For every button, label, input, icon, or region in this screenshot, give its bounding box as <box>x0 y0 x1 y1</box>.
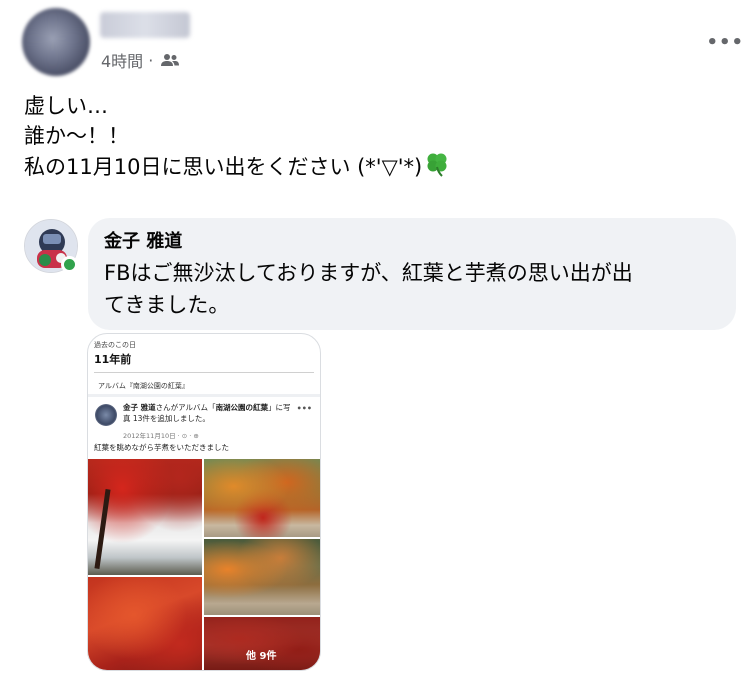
post-body: 虚しい… 誰か〜！！ 私の11月10日に思い出をください (*'▽'*) <box>24 91 450 185</box>
memory-section-label: 過去のこの日 <box>94 341 136 349</box>
comment-text-line-2: てきました。 <box>104 293 230 317</box>
memory-album-name: 南湖公園の紅葉 <box>215 403 269 412</box>
post-line-2: 誰か〜！！ <box>24 124 129 148</box>
comment-text-line-1: FBはご無沙汰しておりますが、紅葉と芋煮の思い出が出 <box>104 261 633 285</box>
post-line-3-text: 私の11月10日に思い出をください (*'▽'*) <box>24 155 423 179</box>
memory-years-ago: 11年前 <box>94 353 132 366</box>
memory-album-label: アルバム『南湖公園の紅葉』 <box>98 382 189 390</box>
memory-caption: 紅葉を眺めながら芋煮をいただきました <box>94 443 229 452</box>
more-options-icon[interactable]: ••• <box>706 32 744 53</box>
online-status-indicator <box>61 256 78 273</box>
meta-separator: · <box>148 50 154 70</box>
autumn-leaves-photo-lake <box>88 459 202 575</box>
photo-overlay <box>204 617 320 670</box>
comment-text: FBはご無沙汰しておりますが、紅葉と芋煮の思い出が出 てきました。 <box>104 257 720 321</box>
divider <box>88 394 320 397</box>
post-line-1: 虚しい… <box>24 94 108 118</box>
post-author-name-blurred[interactable] <box>100 12 190 38</box>
autumn-leaves-photo-more <box>204 617 320 670</box>
autumn-leaves-photo-red <box>88 577 202 670</box>
comment-attachment-image[interactable]: 過去のこの日 11年前 アルバム『南湖公園の紅葉』 金子 雅道さんがアルバム「南… <box>87 333 321 671</box>
memory-post-date: 2012年11月10日 · ⊙ · ⊕ <box>123 432 199 440</box>
friends-icon[interactable] <box>160 53 180 67</box>
memory-author-avatar <box>95 404 117 426</box>
memory-action-pre: さんがアルバム「 <box>155 403 216 412</box>
tree-trunk <box>94 489 111 569</box>
post-meta: 4時間 · <box>101 48 180 72</box>
memory-author: 金子 雅道 <box>123 403 156 412</box>
memory-more-icon: ••• <box>296 404 312 413</box>
more-photos-count: 他 9件 <box>246 651 277 662</box>
comment-bubble: 金子 雅道 FBはご無沙汰しておりますが、紅葉と芋煮の思い出が出 てきました。 <box>88 218 736 330</box>
autumn-leaves-photo-path <box>204 539 320 615</box>
comment-author[interactable]: 金子 雅道 <box>104 229 720 255</box>
divider <box>94 372 314 373</box>
post-author-avatar[interactable] <box>22 8 90 76</box>
memory-post-header: 金子 雅道さんがアルバム「南湖公園の紅葉」に写真 13件を追加しました。 <box>123 402 298 424</box>
post-timestamp[interactable]: 4時間 <box>101 48 143 72</box>
autumn-leaves-photo-park <box>204 459 320 537</box>
four-leaf-clover-icon <box>424 151 450 185</box>
post-line-3: 私の11月10日に思い出をください (*'▽'*) <box>24 151 450 185</box>
